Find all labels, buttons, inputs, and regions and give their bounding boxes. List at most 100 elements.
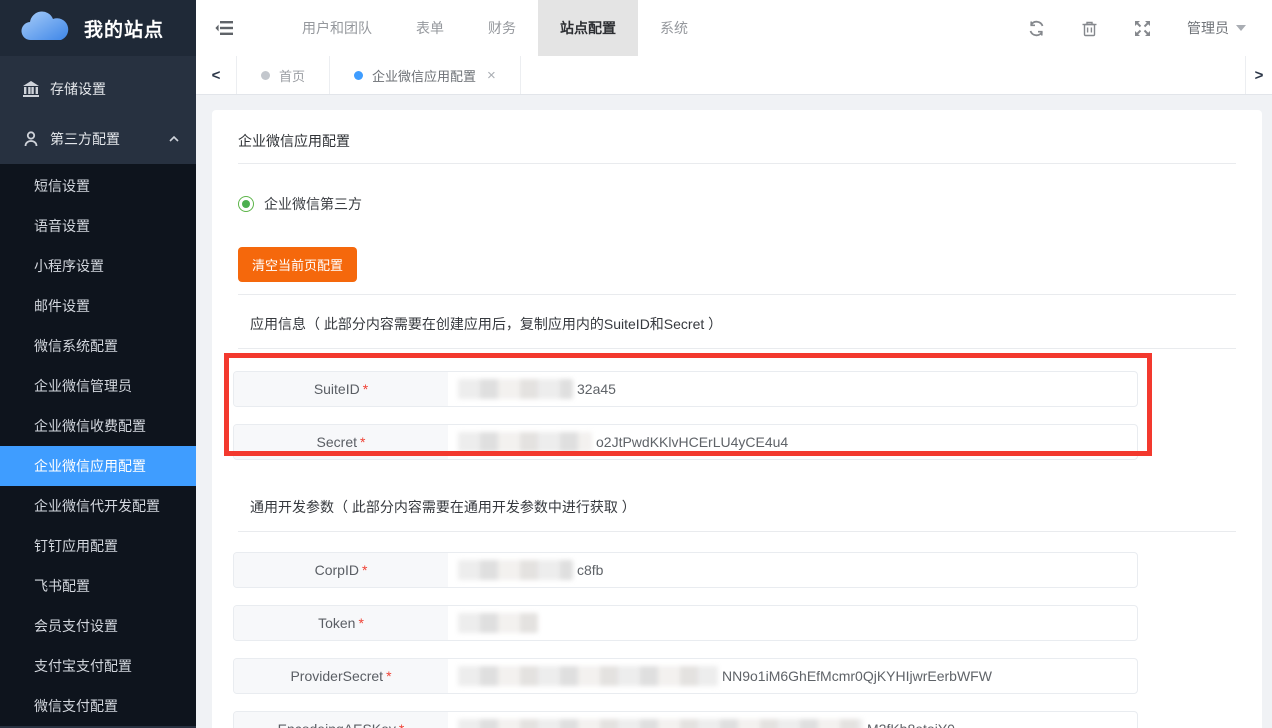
sidebar-submenu-item[interactable]: 飞书配置 bbox=[0, 566, 196, 606]
page-tab[interactable]: 首页 bbox=[237, 56, 330, 94]
nav-tab[interactable]: 财务 bbox=[466, 0, 538, 56]
redacted-value-block bbox=[458, 432, 592, 452]
field-visible-value: c8fb bbox=[577, 562, 603, 578]
sidebar-submenu-item[interactable]: 支付宝支付配置 bbox=[0, 646, 196, 686]
form-field-row: CorpID * c8fb bbox=[233, 552, 1138, 588]
submenu-item-label: 企业微信代开发配置 bbox=[34, 498, 160, 514]
field-label-text: CorpID bbox=[315, 562, 359, 578]
sidebar-submenu-item[interactable]: 小程序设置 bbox=[0, 246, 196, 286]
radio-label: 企业微信第三方 bbox=[264, 194, 362, 214]
app-info-fields: SuiteID * 32a45 Secret * o2JtPwdKKlvHCEr… bbox=[233, 371, 1138, 460]
tab-label: 企业微信应用配置 bbox=[372, 66, 476, 85]
submenu-item-label: 邮件设置 bbox=[34, 298, 90, 314]
sidebar-submenu-item[interactable]: 企业微信应用配置 bbox=[0, 446, 196, 486]
submenu-item-label: 微信系统配置 bbox=[34, 338, 118, 354]
tabs-scroll-right-button[interactable]: > bbox=[1245, 56, 1272, 94]
nav-tab-label: 站点配置 bbox=[560, 18, 616, 38]
redacted-value-block bbox=[458, 666, 718, 686]
clear-current-page-config-button[interactable]: 清空当前页配置 bbox=[238, 247, 357, 282]
nav-tab-label: 系统 bbox=[660, 18, 688, 38]
radio-button-icon[interactable] bbox=[238, 196, 254, 212]
required-asterisk: * bbox=[363, 381, 368, 397]
page-tabs: 首页 企业微信应用配置 × bbox=[237, 56, 521, 94]
redacted-value-block bbox=[458, 560, 573, 580]
submenu-item-label: 企业微信应用配置 bbox=[34, 458, 146, 474]
divider bbox=[238, 163, 1236, 164]
refresh-icon[interactable] bbox=[1028, 20, 1045, 37]
sidebar-item-third-party-config[interactable]: 第三方配置 bbox=[0, 114, 196, 164]
section-heading-app-info: 应用信息（ 此部分内容需要在创建应用后，复制应用内的SuiteID和Secret… bbox=[238, 315, 1236, 333]
nav-tabs: 用户和团队 表单 财务 站点配置 系统 bbox=[280, 0, 710, 56]
field-input[interactable]: c8fb bbox=[448, 553, 1137, 587]
brand-header[interactable]: 我的站点 bbox=[0, 0, 196, 56]
field-label-text: EncodeingAESKey bbox=[278, 721, 396, 728]
sidebar-submenu-item[interactable]: 会员支付设置 bbox=[0, 606, 196, 646]
sidebar-submenu-item[interactable]: 邮件设置 bbox=[0, 286, 196, 326]
sidebar-submenu-item[interactable]: 企业微信代开发配置 bbox=[0, 486, 196, 526]
radio-wecom-third-party[interactable]: 企业微信第三方 bbox=[238, 194, 1236, 214]
submenu-item-label: 支付宝支付配置 bbox=[34, 658, 132, 674]
sidebar-submenu-item[interactable]: 企业微信管理员 bbox=[0, 366, 196, 406]
sidebar-submenu-item[interactable]: 微信系统配置 bbox=[0, 326, 196, 366]
brand-title: 我的站点 bbox=[84, 15, 164, 42]
main-content: 企业微信应用配置 企业微信第三方 清空当前页配置 应用信息（ 此部分内容需要在创… bbox=[196, 95, 1272, 728]
submenu-item-label: 会员支付设置 bbox=[34, 618, 118, 634]
field-input[interactable]: 32a45 bbox=[448, 372, 1137, 406]
field-visible-value: o2JtPwdKKlvHCErLU4yCE4u4 bbox=[596, 434, 788, 450]
submenu-item-label: 微信支付配置 bbox=[34, 698, 118, 714]
field-visible-value: M2fKb8etoiY0 bbox=[867, 721, 955, 728]
nav-tab[interactable]: 系统 bbox=[638, 0, 710, 56]
trash-icon[interactable] bbox=[1081, 20, 1098, 37]
submenu-item-label: 飞书配置 bbox=[34, 578, 90, 594]
form-field-row: ProviderSecret * NN9o1iM6GhEfMcmr0QjKYHI… bbox=[233, 658, 1138, 694]
user-menu[interactable]: 管理员 bbox=[1187, 18, 1246, 38]
field-label: Token * bbox=[234, 606, 448, 640]
submenu-item-label: 企业微信收费配置 bbox=[34, 418, 146, 434]
field-input[interactable]: M2fKb8etoiY0 bbox=[448, 712, 1137, 728]
submenu-item-label: 企业微信管理员 bbox=[34, 378, 132, 394]
submenu-item-label: 小程序设置 bbox=[34, 258, 104, 274]
sidebar-submenu-item[interactable]: 企业微信收费配置 bbox=[0, 406, 196, 446]
sidebar-item-label: 第三方配置 bbox=[50, 129, 168, 149]
form-field-row: Token * bbox=[233, 605, 1138, 641]
nav-tab[interactable]: 站点配置 bbox=[538, 0, 638, 56]
page-tab[interactable]: 企业微信应用配置 × bbox=[330, 56, 521, 94]
field-label: EncodeingAESKey * bbox=[234, 712, 448, 728]
field-visible-value: 32a45 bbox=[577, 381, 616, 397]
sidebar-fold-button[interactable] bbox=[196, 0, 252, 56]
fullscreen-icon[interactable] bbox=[1134, 20, 1151, 37]
required-asterisk: * bbox=[399, 721, 404, 728]
caret-down-icon bbox=[1236, 25, 1246, 31]
page-tabbar: < 首页 企业微信应用配置 × > bbox=[196, 56, 1272, 95]
tab-label: 首页 bbox=[279, 66, 305, 85]
nav-tab[interactable]: 表单 bbox=[394, 0, 466, 56]
sidebar-submenu-item[interactable]: 微信支付配置 bbox=[0, 686, 196, 726]
sidebar-submenu-item[interactable]: 短信设置 bbox=[0, 166, 196, 206]
divider bbox=[238, 294, 1236, 295]
field-visible-value: NN9o1iM6GhEfMcmr0QjKYHIjwrEerbWFW bbox=[722, 668, 992, 684]
page-title: 企业微信应用配置 bbox=[238, 110, 1236, 150]
sidebar: 我的站点 存储设置 第三方配置 短信设置 语音设置 小程序设置 邮件设置 微信系… bbox=[0, 0, 196, 728]
field-input[interactable]: NN9o1iM6GhEfMcmr0QjKYHIjwrEerbWFW bbox=[448, 659, 1137, 693]
bank-icon bbox=[22, 80, 40, 98]
sidebar-item-storage-settings[interactable]: 存储设置 bbox=[0, 64, 196, 114]
nav-tab[interactable]: 用户和团队 bbox=[280, 0, 394, 56]
config-card: 企业微信应用配置 企业微信第三方 清空当前页配置 应用信息（ 此部分内容需要在创… bbox=[212, 110, 1262, 728]
required-asterisk: * bbox=[362, 562, 367, 578]
fold-menu-icon bbox=[215, 20, 234, 36]
sidebar-submenu-item[interactable]: 语音设置 bbox=[0, 206, 196, 246]
field-label-text: Secret bbox=[317, 434, 357, 450]
field-label-text: Token bbox=[318, 615, 355, 631]
field-input[interactable]: o2JtPwdKKlvHCErLU4yCE4u4 bbox=[448, 425, 1137, 459]
submenu-item-label: 短信设置 bbox=[34, 178, 90, 194]
tab-close-icon[interactable]: × bbox=[487, 68, 496, 83]
redacted-value-block bbox=[458, 379, 573, 399]
tabs-scroll-left-button[interactable]: < bbox=[196, 56, 237, 94]
tab-status-dot bbox=[261, 71, 270, 80]
sidebar-submenu-item[interactable]: 钉钉应用配置 bbox=[0, 526, 196, 566]
nav-tab-label: 表单 bbox=[416, 18, 444, 38]
sidebar-submenu: 短信设置 语音设置 小程序设置 邮件设置 微信系统配置 企业微信管理员 企业微信… bbox=[0, 164, 196, 726]
sidebar-item-label: 存储设置 bbox=[50, 79, 180, 99]
field-input[interactable] bbox=[448, 606, 1137, 640]
submenu-item-label: 语音设置 bbox=[34, 218, 90, 234]
